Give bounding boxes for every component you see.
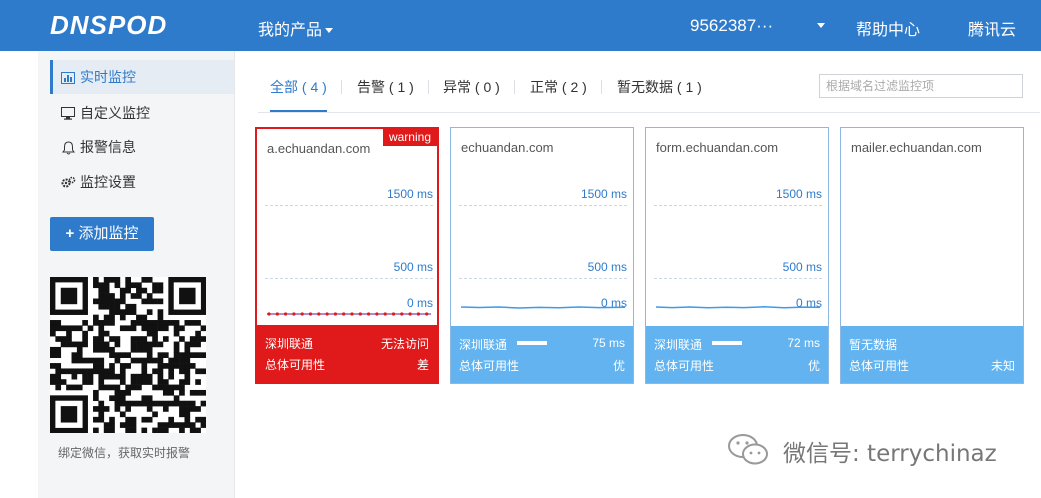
logo[interactable]: DNSPOD	[50, 10, 167, 41]
failure-marker	[342, 312, 346, 316]
availability-value: 未知	[990, 359, 1015, 373]
response-time-chart: 1500 ms 500 ms 0 ms	[459, 180, 627, 320]
qr-caption: 绑定微信，获取实时报警	[58, 446, 191, 460]
tab-no-data[interactable]: 暂无数据 ( 1 )	[617, 72, 702, 112]
watermark-text: 微信号: terrychinaz	[783, 441, 997, 467]
tab-error[interactable]: 异常 ( 0 )	[443, 72, 500, 112]
sidebar-item-realtime-monitor[interactable]: 实时监控	[50, 60, 234, 94]
availability-label: 总体可用性	[849, 359, 910, 373]
failure-marker	[425, 312, 429, 316]
failure-marker	[292, 312, 296, 316]
monitor-card[interactable]: mailer.echuandan.com 暂无数据 总体可用性 未知	[840, 127, 1024, 384]
failure-marker	[308, 312, 313, 316]
failure-marker	[267, 312, 271, 316]
card-footer: 深圳联通 75 ms 总体可用性 优	[451, 326, 633, 383]
failure-marker	[375, 312, 379, 316]
card-domain: mailer.echuandan.com	[851, 140, 982, 155]
plus-icon: +	[65, 225, 75, 242]
sidebar-item-settings[interactable]: 监控设置	[50, 165, 234, 199]
tab-all[interactable]: 全部 ( 4 )	[270, 72, 327, 112]
sidebar-item-label: 自定义监控	[80, 105, 150, 121]
tab-divider	[428, 80, 429, 94]
tab-normal[interactable]: 正常 ( 2 )	[530, 72, 587, 112]
failure-marker	[300, 312, 304, 316]
help-center-link[interactable]: 帮助中心	[856, 16, 920, 40]
my-products-label: 我的产品	[258, 22, 323, 39]
add-monitor-label: 添加监控	[78, 225, 139, 242]
warning-badge: warning	[382, 129, 437, 146]
sparkline	[267, 312, 431, 316]
failure-marker	[416, 312, 420, 316]
tab-divider	[341, 80, 342, 94]
probe-location: 深圳联通	[265, 337, 314, 351]
add-monitor-button[interactable]: + 添加监控	[50, 217, 154, 251]
failure-marker	[383, 312, 387, 316]
sidebar: 实时监控 自定义监控 报警信息 监控设置 + 添加监控 绑定微信，获取实时报警	[38, 51, 235, 498]
failure-marker	[325, 312, 329, 316]
card-domain: form.echuandan.com	[656, 140, 779, 155]
card-footer: 深圳联通 72 ms 总体可用性 优	[646, 326, 828, 383]
probe-location: 深圳联通	[654, 338, 703, 352]
card-domain: echuandan.com	[461, 140, 554, 155]
top-bar: DNSPOD 我的产品 9562387··· 帮助中心 腾讯云	[0, 0, 1041, 51]
probe-location: 深圳联通	[459, 338, 508, 352]
chevron-down-icon	[325, 28, 334, 34]
sparkline	[460, 306, 626, 309]
sidebar-item-label: 实时监控	[80, 69, 136, 85]
failure-marker	[275, 312, 279, 316]
failure-marker	[367, 312, 371, 316]
gear-icon	[60, 165, 76, 199]
probe-value: 72 ms	[787, 336, 820, 350]
probe-value: 无法访问	[380, 337, 429, 351]
availability-label: 总体可用性	[265, 358, 326, 372]
card-domain: a.echuandan.com	[267, 141, 371, 156]
failure-marker	[284, 312, 288, 316]
availability-value: 优	[612, 359, 625, 373]
sparkline	[655, 306, 821, 309]
failure-marker	[391, 312, 396, 316]
tab-divider	[514, 80, 515, 94]
account-chevron-down-icon[interactable]	[817, 23, 825, 28]
failure-marker	[408, 312, 412, 316]
my-products-menu[interactable]: 我的产品	[258, 16, 334, 40]
failure-marker	[358, 312, 362, 316]
availability-value: 差	[416, 358, 429, 372]
latency-bar	[712, 341, 742, 345]
bell-icon	[60, 130, 76, 164]
availability-label: 总体可用性	[654, 359, 715, 373]
tab-warning[interactable]: 告警 ( 1 )	[357, 72, 414, 112]
failure-marker	[400, 312, 404, 316]
sidebar-item-label: 监控设置	[80, 174, 136, 190]
failure-marker	[317, 312, 321, 316]
card-footer: 暂无数据 总体可用性 未知	[841, 326, 1023, 383]
bar-chart-icon	[60, 60, 76, 94]
monitor-card[interactable]: echuandan.com 1500 ms 500 ms 0 ms 深圳联通 7…	[450, 127, 634, 384]
probe-location: 暂无数据	[849, 338, 898, 352]
sidebar-item-custom-monitor[interactable]: 自定义监控	[50, 96, 234, 130]
domain-filter-input[interactable]	[819, 74, 1023, 98]
card-footer: 深圳联通 无法访问 总体可用性 差	[257, 325, 437, 382]
tab-divider	[601, 80, 602, 94]
monitor-icon	[60, 96, 76, 130]
response-time-chart: 1500 ms 500 ms 0 ms	[654, 180, 822, 320]
monitor-card[interactable]: a.echuandan.com warning 1500 ms 500 ms 0…	[255, 127, 439, 384]
account-id[interactable]: 9562387···	[690, 16, 773, 36]
sidebar-item-label: 报警信息	[80, 139, 136, 155]
availability-label: 总体可用性	[459, 359, 520, 373]
monitor-card[interactable]: form.echuandan.com 1500 ms 500 ms 0 ms 深…	[645, 127, 829, 384]
failure-marker	[350, 312, 354, 316]
wechat-qr-code	[50, 277, 207, 434]
probe-value: 75 ms	[592, 336, 625, 350]
response-time-chart: 1500 ms 500 ms 0 ms	[265, 181, 433, 321]
tencent-cloud-link[interactable]: 腾讯云	[968, 16, 1016, 40]
availability-value: 优	[807, 359, 820, 373]
sidebar-item-alerts[interactable]: 报警信息	[50, 130, 234, 164]
latency-bar	[517, 341, 547, 345]
failure-marker	[333, 312, 337, 316]
wechat-icon	[728, 434, 768, 465]
